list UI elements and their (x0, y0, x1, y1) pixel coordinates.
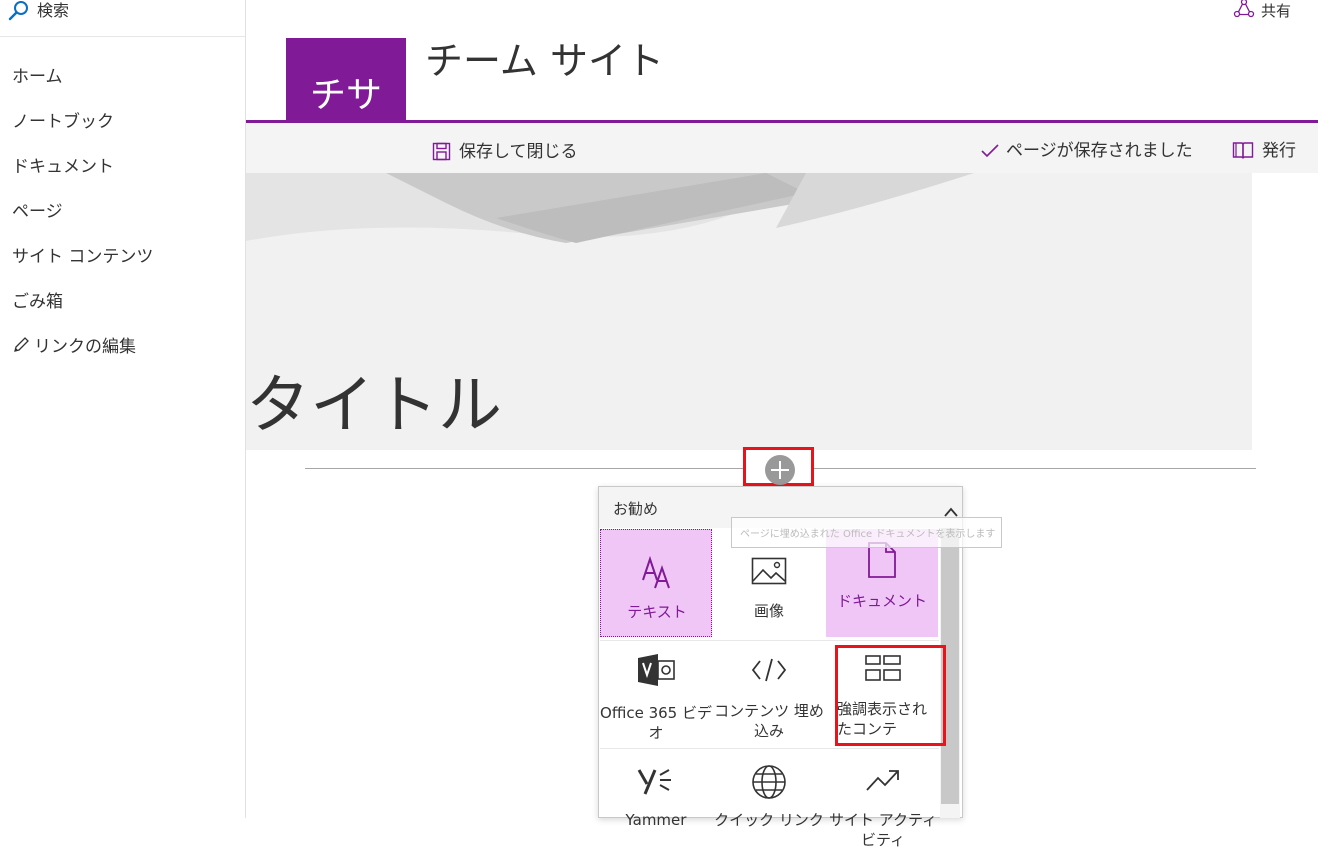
sidebar-item-documents[interactable]: ドキュメント (12, 152, 114, 177)
save-and-close-button[interactable]: 保存して閉じる (432, 137, 578, 162)
globe-icon (752, 765, 786, 799)
sidebar-item-site-contents[interactable]: サイト コンテンツ (12, 242, 153, 267)
text-icon (642, 556, 670, 589)
add-webpart-button[interactable] (765, 455, 795, 485)
highlighted-content-annotation (835, 645, 946, 746)
video-icon (638, 654, 675, 686)
share-label: 共有 (1261, 2, 1292, 20)
tile-embed-label: コンテンツ 埋め込み (714, 702, 824, 740)
document-tooltip: ページに埋め込まれた Office ドキュメントを表示します (731, 517, 1002, 548)
book-icon (1232, 142, 1254, 159)
toolbox-header-label: お勧め (613, 500, 659, 518)
publish-label: 発行 (1262, 141, 1296, 161)
search-box[interactable]: 検索 (0, 0, 245, 37)
trend-icon (866, 770, 899, 791)
saved-status-text: ページが保存されました (1006, 141, 1193, 161)
saved-status: ページが保存されました (980, 136, 1193, 161)
search-icon (8, 1, 28, 21)
tile-office365-video-label: Office 365 ビデオ (600, 704, 712, 742)
tile-yammer-label: Yammer (625, 811, 687, 829)
tile-office365-video[interactable]: Office 365 ビデオ (600, 645, 712, 753)
plus-icon (771, 461, 789, 479)
check-icon (981, 144, 999, 158)
tile-row-divider (600, 640, 939, 641)
tile-text[interactable]: テキスト (600, 529, 712, 637)
tile-yammer[interactable]: Yammer (600, 752, 712, 860)
search-label: 検索 (37, 1, 70, 20)
tile-quick-links-label: クイック リンク (714, 811, 824, 829)
tile-document-label: ドキュメント (836, 592, 927, 610)
tile-text-label: テキスト (627, 603, 687, 621)
publish-button[interactable]: 発行 (1232, 136, 1296, 161)
left-navigation: 検索 ホーム ノートブック ドキュメント ページ サイト コンテンツ ごみ箱 リ… (0, 0, 246, 818)
sidebar-item-home[interactable]: ホーム (12, 62, 63, 87)
embed-icon (751, 658, 787, 682)
yammer-icon (637, 769, 671, 795)
tile-site-activity[interactable]: サイト アクティビティ (827, 752, 939, 860)
tile-row-divider (600, 748, 939, 749)
tile-site-activity-label: サイト アクティビティ (828, 811, 938, 849)
tile-image-label: 画像 (753, 602, 784, 620)
tile-embed[interactable]: コンテンツ 埋め込み (713, 645, 825, 753)
tile-quick-links[interactable]: クイック リンク (713, 752, 825, 860)
edit-links-link[interactable]: リンクの編集 (12, 332, 136, 357)
sidebar-item-recycle-bin[interactable]: ごみ箱 (12, 287, 63, 312)
save-icon (432, 142, 451, 161)
image-icon (751, 557, 787, 585)
share-icon (1233, 0, 1255, 18)
page-title[interactable]: タイトル (246, 354, 502, 446)
pencil-icon (14, 337, 29, 352)
site-title[interactable]: チーム サイト (425, 30, 664, 85)
sidebar-item-notebook[interactable]: ノートブック (12, 107, 114, 132)
edit-links-label: リンクの編集 (34, 337, 136, 357)
sidebar-item-pages[interactable]: ページ (12, 197, 63, 222)
share-button[interactable]: 共有 (1233, 0, 1291, 21)
save-and-close-label: 保存して閉じる (459, 142, 578, 162)
